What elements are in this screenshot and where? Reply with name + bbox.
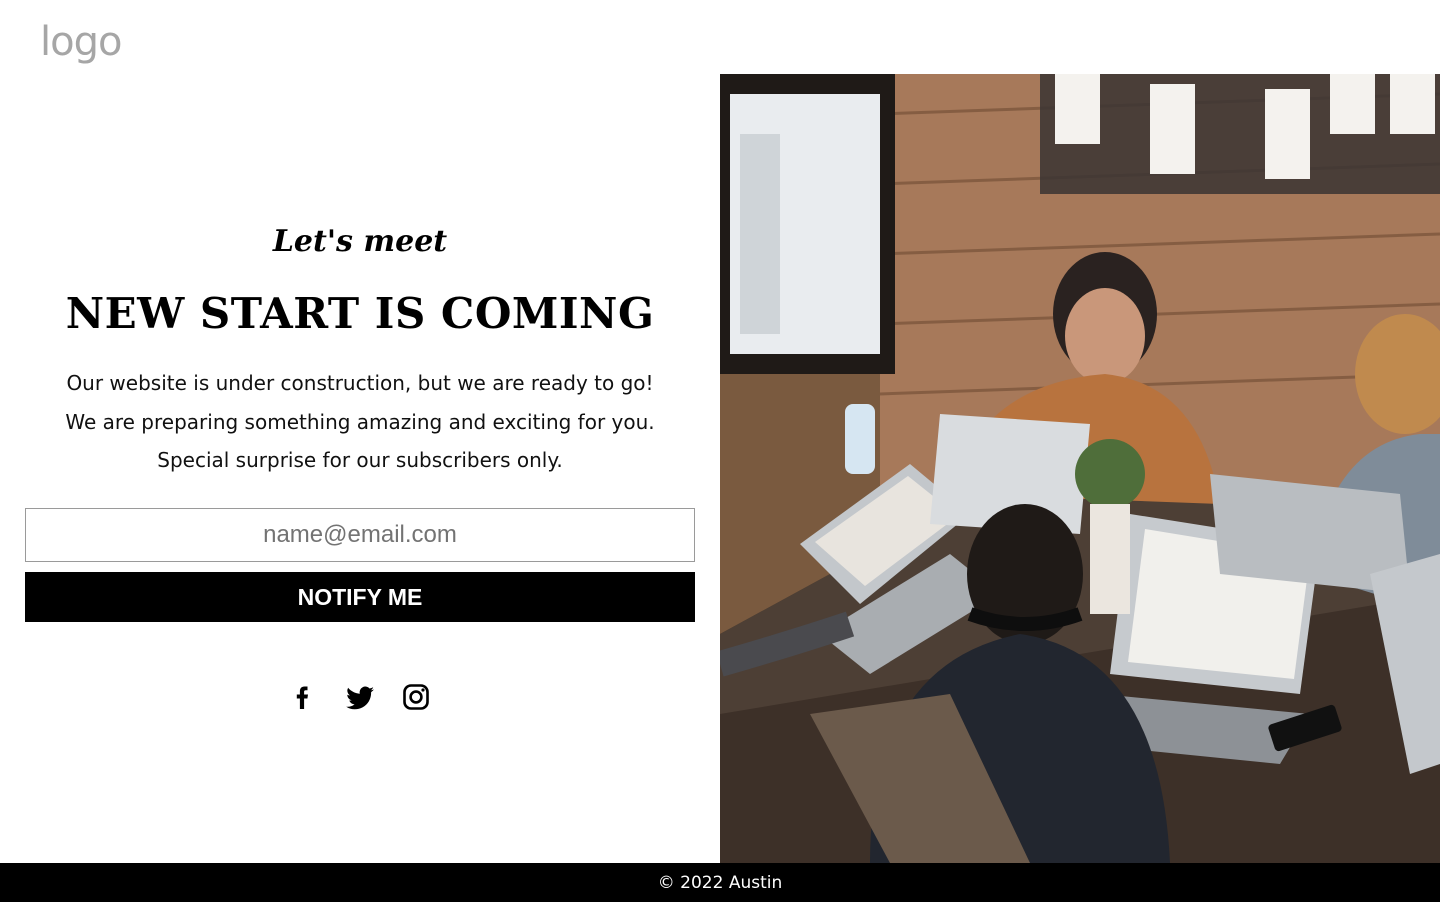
instagram-link[interactable] — [399, 680, 433, 714]
hero-description: Our website is under construction, but w… — [0, 364, 720, 480]
twitter-icon — [346, 686, 374, 710]
hero-photo — [720, 74, 1440, 863]
description-line: Special surprise for our subscribers onl… — [157, 448, 563, 472]
facebook-icon — [296, 686, 308, 709]
email-field[interactable] — [25, 508, 695, 562]
hero-eyebrow: Let's meet — [272, 224, 448, 259]
notify-me-button[interactable]: NOTIFY ME — [25, 572, 695, 622]
instagram-icon — [403, 684, 429, 710]
hero-headline: NEW START IS COMING — [65, 289, 655, 338]
twitter-link[interactable] — [343, 680, 377, 714]
copyright-text: © 2022 Austin — [657, 872, 783, 893]
social-links — [0, 680, 720, 714]
description-line: We are preparing something amazing and e… — [65, 409, 655, 434]
logo[interactable]: logo — [40, 22, 122, 62]
footer: © 2022 Austin — [0, 863, 1440, 902]
team-working-image — [720, 74, 1440, 863]
hero-section: Let's meet NEW START IS COMING Our websi… — [0, 74, 720, 863]
facebook-link[interactable] — [287, 680, 321, 714]
description-line: Our website is under construction, but w… — [66, 371, 654, 395]
page: logo Let's meet NEW START IS COMING Our … — [0, 0, 1440, 902]
